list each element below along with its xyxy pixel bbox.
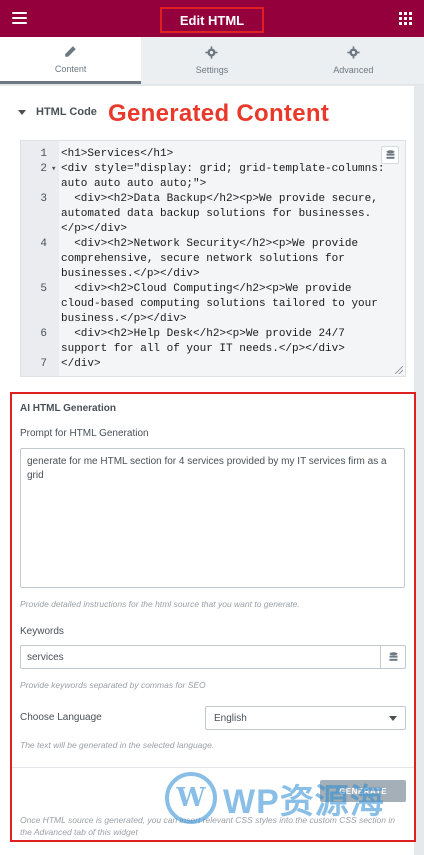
pencil-icon <box>65 45 76 57</box>
hamburger-menu-icon[interactable] <box>12 12 27 24</box>
database-icon <box>386 150 394 159</box>
tab-content-label: Content <box>54 63 87 74</box>
prompt-textarea[interactable]: generate for me HTML section for 4 servi… <box>20 448 405 588</box>
line-text: <div><h2>Cloud Computing</h2><p>We provi… <box>61 283 385 325</box>
tab-advanced-label: Advanced <box>333 65 374 75</box>
keywords-dynamic-button[interactable] <box>380 645 406 669</box>
line-text: <h1>Services</h1> <box>61 148 174 160</box>
language-select[interactable]: English <box>205 706 406 730</box>
line-text: <div><h2>Help Desk</h2><p>We provide 24/… <box>61 328 352 355</box>
language-label: Choose Language <box>20 712 102 723</box>
line-number: 4 <box>40 238 47 250</box>
database-icon <box>389 652 397 661</box>
prompt-hint: Provide detailed instructions for the ht… <box>20 599 300 609</box>
line-text: <div style="display: grid; grid-template… <box>61 163 392 190</box>
section-title: HTML Code <box>36 106 97 118</box>
panel-title-box: Edit HTML <box>160 7 264 33</box>
line-number: 1 <box>40 148 47 160</box>
watermark-text: WP资源海 <box>223 782 385 821</box>
line-text: <div><h2>Data Backup</h2><p>We provide s… <box>61 193 385 235</box>
ai-section-heading: AI HTML Generation <box>20 403 116 414</box>
line-number: 7 <box>40 358 47 370</box>
panel-tabs: Content Settings Advanced <box>0 37 424 85</box>
generated-content-annotation: Generated Content <box>108 100 330 127</box>
keywords-input[interactable]: services <box>20 645 380 669</box>
tab-content[interactable]: Content <box>0 37 142 84</box>
keywords-value: services <box>27 651 64 663</box>
line-number: 2 <box>40 163 47 175</box>
prompt-label: Prompt for HTML Generation <box>20 428 149 439</box>
tab-settings-label: Settings <box>195 65 229 75</box>
code-editor[interactable]: 1 <h1>Services</h1> 2 ▾ <div style="disp… <box>20 140 406 377</box>
fold-arrow-icon[interactable]: ▾ <box>51 162 56 177</box>
keywords-label: Keywords <box>20 626 64 637</box>
language-hint: The text will be generated in the select… <box>20 740 215 750</box>
line-text: <div><h2>Network Security</h2><p>We prov… <box>61 238 365 280</box>
line-number: 3 <box>40 193 47 205</box>
line-text: </div> <box>61 358 101 370</box>
divider <box>12 767 414 768</box>
html-code-section-toggle[interactable]: HTML Code <box>18 106 97 118</box>
gear-icon <box>205 46 219 59</box>
gear-icon <box>347 46 360 59</box>
chevron-down-icon <box>389 715 397 721</box>
keywords-hint: Provide keywords separated by commas for… <box>20 680 206 690</box>
grid-apps-icon[interactable] <box>399 12 412 25</box>
caret-down-icon <box>18 109 26 115</box>
line-number: 6 <box>40 328 47 340</box>
resize-handle[interactable] <box>395 366 403 374</box>
watermark: W WP资源海 <box>165 772 385 824</box>
line-number: 5 <box>40 283 47 295</box>
tab-settings[interactable]: Settings <box>141 37 283 84</box>
wordpress-logo-icon: W <box>165 772 217 824</box>
panel-title: Edit HTML <box>179 12 245 28</box>
tab-advanced[interactable]: Advanced <box>282 37 424 84</box>
dynamic-tags-button[interactable] <box>381 146 399 164</box>
language-value: English <box>214 712 247 724</box>
editor-header: Edit HTML <box>0 0 424 37</box>
